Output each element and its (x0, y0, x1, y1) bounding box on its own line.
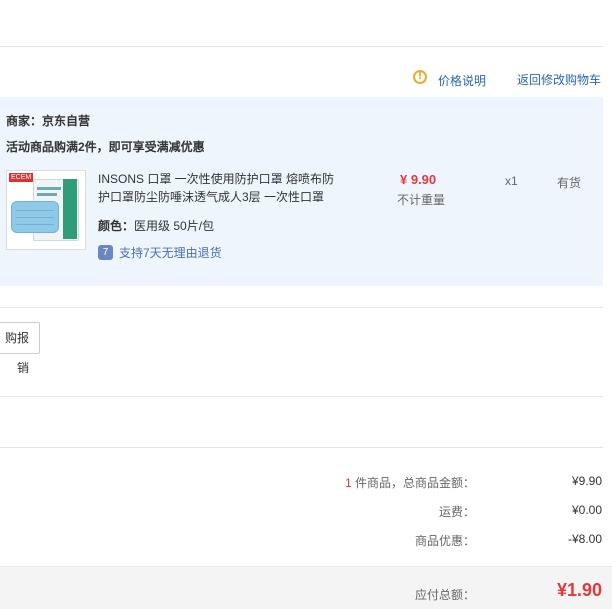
total-label: 应付总额： (414, 588, 475, 602)
package-text-line (37, 187, 61, 190)
item-count-label: 1 件商品，总商品金额： (345, 474, 475, 491)
shipping-label: 运费： (438, 505, 475, 519)
return-policy-icon: 7 (98, 245, 113, 260)
return-policy-text: 支持7天无理由退货 (119, 246, 222, 260)
product-weight: 不计重量 (397, 193, 446, 207)
mask-image (11, 201, 59, 233)
product-title[interactable]: INSONS 口罩 一次性使用防护口罩 熔喷布防护口罩防尘防唾沫透气成人3层 一… (98, 170, 338, 206)
stock-status: 有货 (557, 176, 582, 190)
product-quantity: x1 (505, 174, 518, 188)
divider (0, 396, 603, 397)
divider-top (0, 46, 603, 47)
divider (0, 307, 603, 308)
package-text-line (37, 193, 57, 196)
divider (0, 447, 603, 448)
exclamation-circle-icon: ! (413, 70, 427, 84)
price-note-link[interactable]: 价格说明 (438, 72, 486, 89)
mask-pleat (16, 224, 54, 225)
merchant-label: 商家：京东自营 (6, 114, 91, 128)
discount-label: 商品优惠： (414, 534, 475, 548)
product-thumbnail[interactable]: ECEM (6, 170, 86, 250)
shipping-value: ¥0.00 (571, 503, 602, 517)
color-value: 医用级 50片/包 (134, 219, 215, 233)
item-count-text: 件商品，总商品金额： (354, 476, 475, 490)
subtotal-value: ¥9.90 (571, 474, 602, 488)
product-price: ¥ 9.90 (400, 172, 437, 187)
brand-logo: ECEM (9, 173, 34, 182)
package-stripe (63, 179, 77, 239)
promo-text: 活动商品购满2件，即可享受满减优惠 (6, 140, 205, 154)
invoice-button[interactable]: 购报销 (0, 322, 40, 375)
product-color: 颜色：医用级 50片/包 (98, 217, 214, 234)
back-to-cart-link[interactable]: 返回修改购物车 (517, 71, 601, 88)
color-label: 颜色： (98, 219, 135, 233)
discount-value: -¥8.00 (567, 532, 602, 546)
item-count: 1 (344, 476, 352, 490)
total-bar (0, 566, 612, 609)
mask-pleat (16, 210, 54, 211)
mask-pleat (16, 217, 54, 218)
total-value: ¥1.90 (556, 580, 602, 600)
